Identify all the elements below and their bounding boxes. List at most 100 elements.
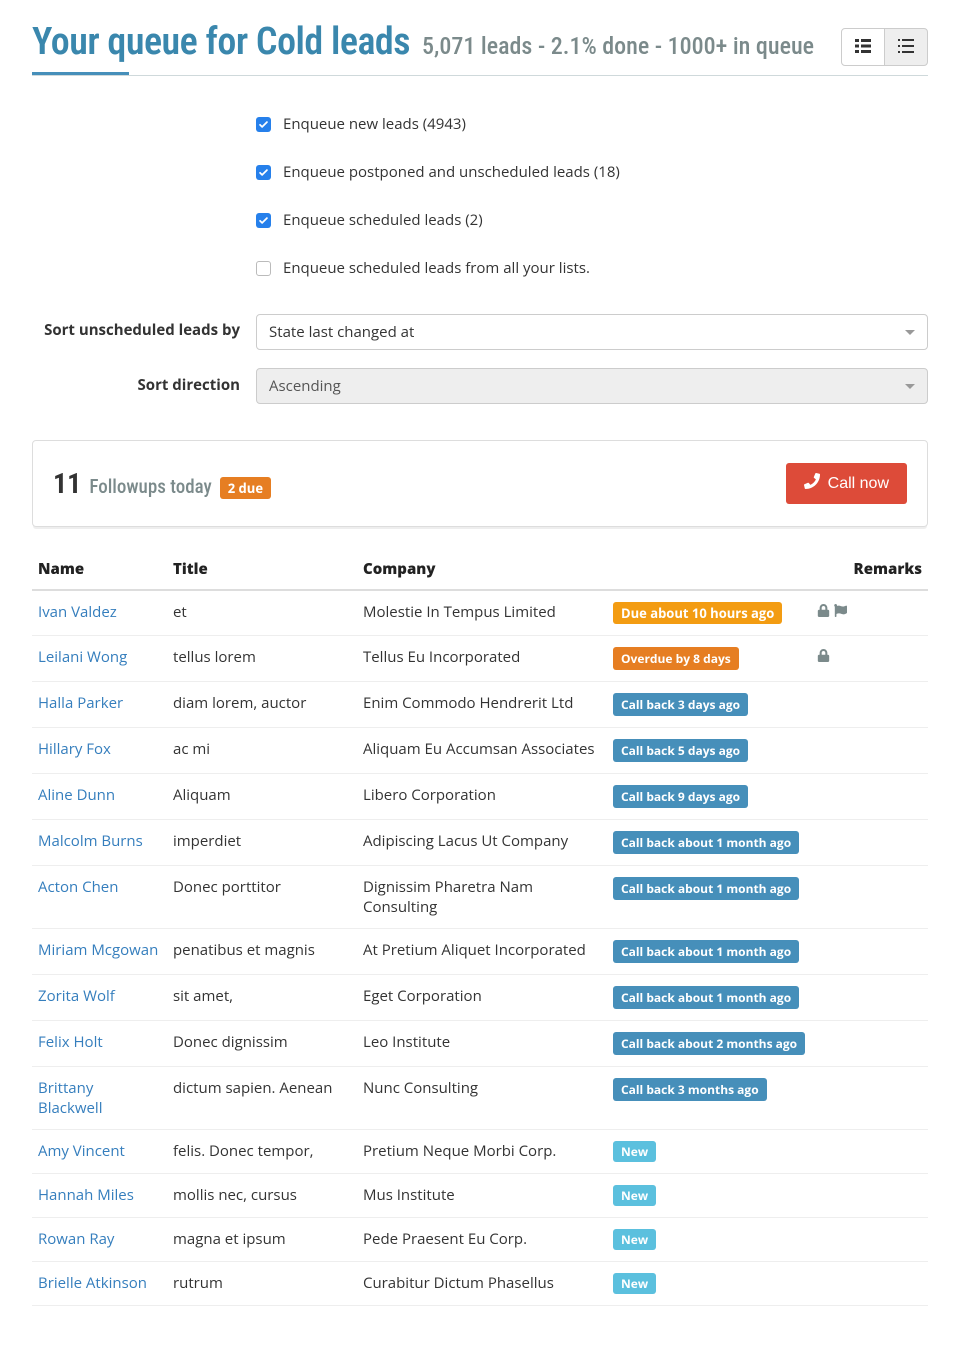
lead-name-link[interactable]: Malcolm Burns [38, 831, 143, 851]
lead-title: tellus lorem [167, 636, 357, 682]
status-badge: Overdue by 8 days [613, 647, 739, 670]
status-badge: New [613, 1141, 656, 1162]
lead-company: Aliquam Eu Accumsan Associates [357, 728, 607, 774]
lead-company: Dignissim Pharetra Nam Consulting [357, 866, 607, 929]
call-now-button[interactable]: Call now [786, 463, 907, 504]
lead-company: Leo Institute [357, 1021, 607, 1067]
checkbox-checked-icon [256, 117, 271, 132]
lead-title: Donec porttitor [167, 866, 357, 929]
lead-name-link[interactable]: Hannah Miles [38, 1185, 134, 1205]
checkbox-label: Enqueue scheduled leads (2) [283, 210, 483, 230]
active-tab-underline [32, 72, 129, 75]
checkbox-row[interactable]: Enqueue scheduled leads (2) [256, 210, 928, 230]
due-badge: 2 due [220, 477, 271, 499]
sort-direction-label: Sort direction [32, 368, 256, 395]
lead-name-link[interactable]: Brielle Atkinson [38, 1273, 147, 1293]
lead-name-link[interactable]: Miriam Mcgowan [38, 940, 158, 960]
lead-title: et [167, 590, 357, 636]
table-row: Malcolm Burns imperdietAdipiscing Lacus U… [32, 820, 928, 866]
grid-icon [855, 39, 871, 56]
queue-filters: Enqueue new leads (4943) Enqueue postpone… [32, 114, 928, 404]
lead-name-link[interactable]: Halla Parker [38, 693, 123, 713]
lead-name-link[interactable]: Acton Chen [38, 877, 118, 897]
table-row: Leilani Wong tellus loremTellus Eu Incorp… [32, 636, 928, 682]
lead-name-link[interactable]: Brittany Blackwell [38, 1078, 103, 1118]
status-badge: Call back 3 days ago [613, 693, 748, 716]
lead-company: Mus Institute [357, 1174, 607, 1218]
table-row: Halla Parkerdiam lorem, auctorEnim Commo… [32, 682, 928, 728]
lead-company: Eget Corporation [357, 975, 607, 1021]
lead-name-link[interactable]: Amy Vincent [38, 1141, 125, 1161]
view-list-button[interactable] [884, 28, 928, 66]
lead-company: Adipiscing Lacus Ut Company [357, 820, 607, 866]
status-badge: New [613, 1185, 656, 1206]
lead-company: Curabitur Dictum Phasellus [357, 1262, 607, 1306]
lead-name-link[interactable]: Zorita Wolf [38, 986, 115, 1006]
lead-company: Molestie In Tempus Limited [357, 590, 607, 636]
table-row: Zorita Wolf sit amet,Eget Corporation Call… [32, 975, 928, 1021]
lead-name-link[interactable]: Leilani Wong [38, 647, 127, 667]
lead-name-link[interactable]: Hillary Fox [38, 739, 111, 759]
checkbox-label: Enqueue scheduled leads from all your li… [283, 258, 590, 278]
table-row: Felix HoltDonec dignissimLeo InstituteCa… [32, 1021, 928, 1067]
checkbox-row[interactable]: Enqueue new leads (4943) [256, 114, 928, 134]
checkbox-checked-icon [256, 165, 271, 180]
lead-name-link[interactable]: Aline Dunn [38, 785, 115, 805]
checkbox-row[interactable]: Enqueue scheduled leads from all your li… [256, 258, 928, 278]
sort-direction-select[interactable]: Ascending [256, 368, 928, 404]
phone-icon [804, 473, 820, 494]
followups-label: Followups today [89, 475, 211, 498]
table-row: Amy Vincent felis. Donec tempor,Pretium N… [32, 1130, 928, 1174]
checkbox-row[interactable]: Enqueue postponed and unscheduled leads … [256, 162, 928, 182]
list-icon [898, 39, 914, 56]
lock-icon [817, 602, 830, 622]
sort-by-select[interactable]: State last changed at [256, 314, 928, 350]
status-badge: Call back about 1 month ago [613, 831, 799, 854]
lead-company: Nunc Consulting [357, 1067, 607, 1130]
table-row: Brittany Blackwell dictum sapien. AeneanN… [32, 1067, 928, 1130]
lead-title: mollis nec, cursus [167, 1174, 357, 1218]
checkbox-label: Enqueue postponed and unscheduled leads … [283, 162, 620, 182]
lead-name-link[interactable]: Felix Holt [38, 1032, 103, 1052]
lead-title: dictum sapien. Aenean [167, 1067, 357, 1130]
page-subtitle: 5,071 leads - 2.1% done - 1000+ in queue [422, 32, 814, 60]
lead-title: Aliquam [167, 774, 357, 820]
header-bar: Your queue for Cold leads 5,071 leads - … [32, 20, 928, 76]
th-name: Name [32, 549, 167, 590]
lead-company: Pretium Neque Morbi Corp. [357, 1130, 607, 1174]
table-row: Acton Chen Donec porttitorDignissim Phare… [32, 866, 928, 929]
view-toggle [841, 28, 928, 66]
status-badge: Call back 3 months ago [613, 1078, 767, 1101]
table-row: Miriam Mcgowan penatibus et magnisAt Pret… [32, 929, 928, 975]
lead-name-link[interactable]: Rowan Ray [38, 1229, 114, 1249]
status-badge: Call back about 1 month ago [613, 877, 799, 900]
lead-title: Donec dignissim [167, 1021, 357, 1067]
lead-company: Enim Commodo Hendrerit Ltd [357, 682, 607, 728]
chevron-down-icon [905, 330, 915, 335]
chevron-down-icon [905, 384, 915, 389]
th-title: Title [167, 549, 357, 590]
call-now-label: Call now [828, 475, 889, 493]
lead-company: Pede Praesent Eu Corp. [357, 1218, 607, 1262]
lead-title: felis. Donec tempor, [167, 1130, 357, 1174]
lead-title: rutrum [167, 1262, 357, 1306]
checkbox-checked-icon [256, 213, 271, 228]
page-title: Your queue for Cold leads [32, 20, 410, 64]
followups-count: 11 [53, 467, 81, 500]
lead-title: imperdiet [167, 820, 357, 866]
lead-title: ac mi [167, 728, 357, 774]
sort-by-value: State last changed at [269, 322, 414, 342]
lead-name-link[interactable]: Ivan Valdez [38, 602, 117, 622]
status-badge: New [613, 1273, 656, 1294]
status-badge: Due about 10 hours ago [613, 602, 782, 624]
lead-title: penatibus et magnis [167, 929, 357, 975]
view-grid-button[interactable] [841, 28, 885, 66]
table-row: Ivan Valdez etMolestie In Tempus Limited D… [32, 590, 928, 636]
table-row: Hannah Miles mollis nec, cursusMus Instit… [32, 1174, 928, 1218]
status-badge: Call back about 1 month ago [613, 986, 799, 1009]
table-row: Hillary Fox ac miAliquam Eu Accumsan Asso… [32, 728, 928, 774]
lead-company: At Pretium Aliquet Incorporated [357, 929, 607, 975]
lead-title: sit amet, [167, 975, 357, 1021]
lead-title: magna et ipsum [167, 1218, 357, 1262]
lead-company: Tellus Eu Incorporated [357, 636, 607, 682]
